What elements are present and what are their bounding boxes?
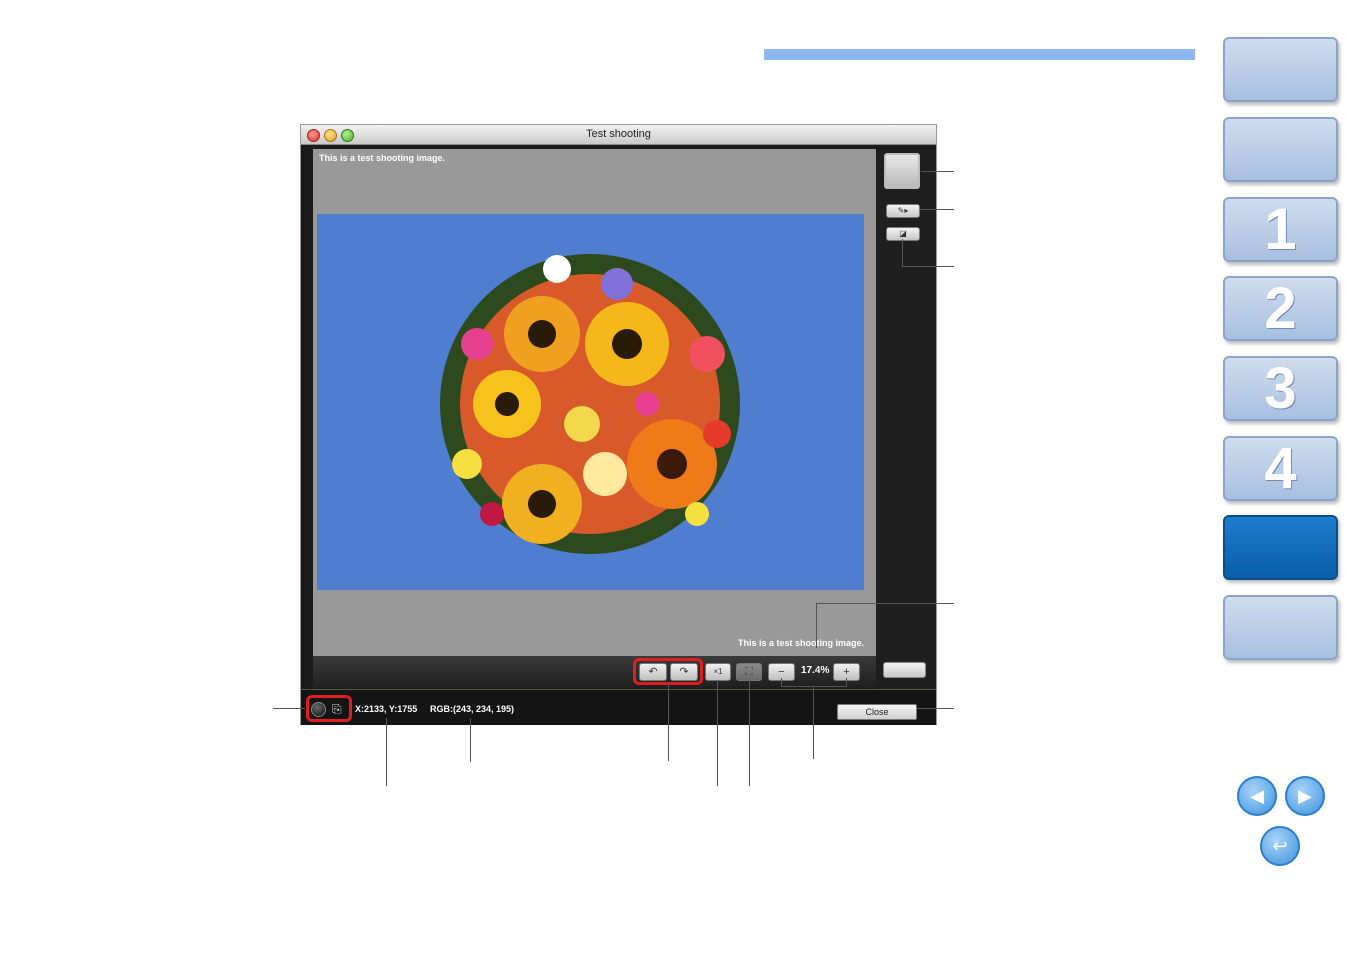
fit-to-window-button[interactable]: ⛶	[736, 663, 762, 681]
arrow-left-icon: ◀	[1250, 786, 1264, 806]
viewer-toolbar: ↶ ↷ ×1 ⛶ − 17.4% +	[313, 656, 876, 688]
overlay-text-bottom: This is a test shooting image.	[737, 638, 864, 648]
rotate-right-button[interactable]: ↷	[670, 663, 698, 681]
test-shooting-window: Test shooting This is a test shooting im…	[300, 124, 937, 725]
callout-line-zoom-h	[781, 686, 847, 687]
callout-line-wb	[919, 209, 954, 210]
next-page-button[interactable]: ▶	[1285, 776, 1325, 816]
actual-size-icon: ×1	[713, 667, 723, 676]
remote-camera-icon[interactable]: ⎘	[332, 702, 348, 716]
rotate-left-icon: ↶	[648, 666, 658, 678]
thumbnail-preview[interactable]	[884, 153, 920, 189]
actual-size-button[interactable]: ×1	[705, 663, 731, 681]
callout-line-zoom-l	[781, 678, 782, 687]
callout-line-rotate-v	[902, 239, 903, 266]
white-balance-button[interactable]: ✎▸	[886, 204, 920, 218]
prev-page-button[interactable]: ◀	[1237, 776, 1277, 816]
panel-action-button[interactable]	[883, 662, 926, 678]
window-titlebar: Test shooting	[301, 125, 936, 145]
flower-bouquet-image	[317, 214, 864, 590]
zoom-out-icon: −	[778, 666, 785, 678]
zoom-in-icon: +	[843, 666, 850, 678]
arrow-right-icon: ▶	[1298, 786, 1312, 806]
callout-line-rotate-h	[902, 266, 954, 267]
tab-reference-active[interactable]	[1223, 515, 1338, 580]
callout-line-overlay-v	[816, 603, 817, 648]
callout-line-overlay-h	[816, 603, 954, 604]
tab-index[interactable]	[1223, 595, 1338, 660]
test-shot-photo	[317, 214, 864, 590]
rgb-value: RGB:(243, 234, 195)	[430, 704, 515, 714]
rotate-left-button[interactable]: ↶	[639, 663, 667, 681]
section-header-bar	[764, 49, 1195, 60]
callout-line-actual-size	[717, 680, 718, 786]
tab-chapter-4[interactable]: 4	[1223, 436, 1338, 501]
tab-contents[interactable]	[1223, 37, 1338, 102]
rotate-settings-button[interactable]: ◪	[886, 227, 920, 241]
overlay-text-top: This is a test shooting image.	[319, 153, 446, 163]
callout-line-coords	[386, 718, 387, 786]
zoom-level: 17.4%	[801, 665, 830, 676]
pixel-coordinates: X:2133, Y:1755	[355, 704, 418, 714]
tab-introduction[interactable]	[1223, 117, 1338, 182]
callout-line-close	[917, 708, 954, 709]
window-title: Test shooting	[586, 128, 651, 140]
right-side-panel: ✎▸ ◪	[877, 149, 936, 693]
callout-line-zoom-r	[846, 678, 847, 687]
status-bar: ⎘ X:2133, Y:1755 RGB:(243, 234, 195) Clo…	[301, 689, 936, 725]
fit-window-icon: ⛶	[745, 666, 753, 678]
tab-chapter-2[interactable]: 2	[1223, 276, 1338, 341]
tab-chapter-3[interactable]: 3	[1223, 356, 1338, 421]
callout-line-rgb	[470, 718, 471, 762]
close-button[interactable]: Close	[837, 704, 917, 720]
image-viewer[interactable]: This is a test shooting image. This is a…	[313, 149, 876, 656]
tab-chapter-1[interactable]: 1	[1223, 197, 1338, 262]
eyedropper-icon: ✎▸	[897, 206, 909, 215]
callout-line-thumbnail	[921, 171, 954, 172]
shutter-button[interactable]	[311, 702, 326, 717]
callout-line-rotate-buttons	[668, 683, 669, 761]
rotate-right-icon: ↷	[679, 666, 689, 678]
return-page-button[interactable]: ↩	[1260, 826, 1300, 866]
callout-line-shutter	[273, 708, 305, 709]
camera-rotate-icon: ◪	[899, 229, 907, 238]
callout-line-fit	[749, 680, 750, 786]
return-icon: ↩	[1272, 836, 1288, 856]
callout-line-zoom-v	[813, 686, 814, 759]
